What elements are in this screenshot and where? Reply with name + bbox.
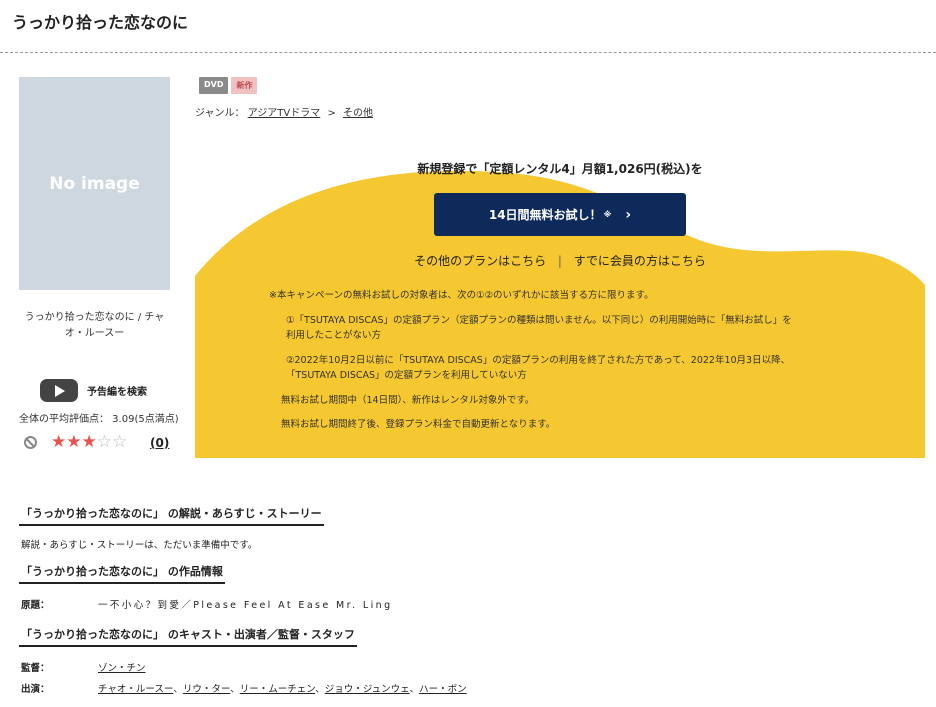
star-filled-icon[interactable]: ★ bbox=[82, 432, 97, 452]
plan-links: その他のプランはこちら | すでに会員の方はこちら bbox=[195, 252, 925, 269]
cast-list: チャオ・ルースー、リウ・ター、リー・ムーチェン、ジョウ・ジュンウェ、ハー・ボン bbox=[98, 681, 467, 695]
campaign-note: 「TSUTAYA DISCAS」の定額プランを利用していない方 bbox=[286, 370, 527, 381]
review-count-link[interactable]: (0) bbox=[150, 436, 169, 450]
free-trial-label[interactable]: 14日間無料お試し！ bbox=[489, 206, 602, 223]
rating-stars[interactable]: ★★★☆☆ bbox=[51, 432, 127, 452]
campaign-note: 無料お試し期間中（14日間）、新作はレンタル対象外です。 bbox=[281, 394, 535, 406]
free-trial-button[interactable]: 14日間無料お試し！ ※ › bbox=[434, 193, 686, 236]
campaign-note: ②2022年10月2日以前に「TSUTAYA DISCAS」の定額プランの利用を… bbox=[286, 354, 791, 366]
format-badges: DVD 新作 bbox=[199, 77, 258, 94]
no-image-label: No image bbox=[49, 173, 140, 194]
star-filled-icon[interactable]: ★ bbox=[51, 432, 66, 452]
poster-placeholder: No image bbox=[19, 77, 170, 290]
genre-link-asian-tv-drama[interactable]: アジアTVドラマ bbox=[248, 108, 321, 119]
page-title: うっかり拾った恋なのに bbox=[12, 13, 189, 32]
member-login-link[interactable]: すでに会員の方はこちら bbox=[574, 254, 706, 268]
campaign-note: ※本キャンペーンの無料お試しの対象者は、次の①②のいずれかに該当する方に限ります… bbox=[269, 290, 654, 301]
cast-member-link[interactable]: リウ・ター bbox=[183, 684, 230, 695]
genre-link-other[interactable]: その他 bbox=[343, 108, 373, 119]
campaign-note: 無料お試し期間終了後、登録プラン料金で自動更新となります。 bbox=[281, 419, 556, 430]
trailer-search-label[interactable]: 予告編を検索 bbox=[87, 383, 147, 398]
trailer-search-button[interactable]: 予告編を検索 bbox=[40, 379, 147, 402]
cast-member-link[interactable]: リー・ムーチェン bbox=[240, 684, 315, 695]
synopsis-heading: 「うっかり拾った恋なのに」 の解説・あらすじ・ストーリー bbox=[19, 505, 324, 526]
campaign-notes: ※本キャンペーンの無料お試しの対象者は、次の①②のいずれかに該当する方に限ります… bbox=[269, 288, 869, 433]
dvd-badge: DVD bbox=[199, 77, 229, 94]
poster-caption: うっかり拾った恋なのに / チャオ・ルースー bbox=[24, 312, 165, 339]
cast-separator: 、 bbox=[230, 684, 240, 695]
average-rating-text: 全体の平均評価点： 3.09(5点満点) bbox=[19, 414, 179, 425]
chevron-right-icon: › bbox=[625, 206, 632, 223]
promo-headline: 新規登録で「定額レンタル4」月額1,026円(税込)を bbox=[417, 162, 703, 176]
star-filled-icon[interactable]: ★ bbox=[66, 432, 81, 452]
no-rating-icon[interactable] bbox=[24, 435, 37, 449]
campaign-note: 利用したことがない方 bbox=[286, 330, 382, 341]
campaign-note: ①「TSUTAYA DISCAS」の定額プラン（定額プランの種類は問いません。以… bbox=[286, 314, 792, 326]
play-icon[interactable] bbox=[40, 379, 78, 402]
cast-member-link[interactable]: チャオ・ルースー bbox=[98, 684, 173, 695]
director-label: 監督： bbox=[21, 663, 50, 674]
genre-separator: > bbox=[327, 108, 336, 119]
director-link[interactable]: ゾン・チン bbox=[98, 663, 146, 674]
star-empty-icon[interactable]: ☆ bbox=[112, 432, 127, 452]
title-divider bbox=[0, 52, 936, 53]
work-info-heading: 「うっかり拾った恋なのに」 の作品情報 bbox=[19, 563, 225, 584]
cast-separator: 、 bbox=[173, 684, 183, 695]
genre-label: ジャンル： bbox=[195, 108, 245, 119]
cast-label: 出演： bbox=[21, 684, 50, 695]
director-value: ゾン・チン bbox=[98, 660, 146, 674]
original-title-value: 一不小心？到愛／Please Feel At Ease Mr. Ling bbox=[98, 600, 393, 611]
genre-breadcrumb: ジャンル： アジアTVドラマ > その他 bbox=[195, 104, 373, 119]
cast-separator: 、 bbox=[315, 684, 325, 695]
cast-member-link[interactable]: ハー・ボン bbox=[419, 684, 467, 695]
links-separator: | bbox=[557, 254, 562, 268]
original-title-label: 原題： bbox=[21, 600, 50, 611]
star-empty-icon[interactable]: ☆ bbox=[97, 432, 112, 452]
free-trial-note-mark: ※ bbox=[603, 210, 612, 219]
other-plans-link[interactable]: その他のプランはこちら bbox=[414, 254, 546, 268]
rating-row: ★★★☆☆ bbox=[24, 432, 127, 452]
cast-member-link[interactable]: ジョウ・ジュンウェ bbox=[325, 684, 410, 695]
cast-separator: 、 bbox=[409, 684, 420, 695]
synopsis-text: 解説・あらすじ・ストーリーは、ただいま準備中です。 bbox=[21, 540, 258, 551]
new-badge: 新作 bbox=[231, 77, 258, 94]
cast-heading: 「うっかり拾った恋なのに」 のキャスト・出演者／監督・スタッフ bbox=[19, 626, 357, 647]
